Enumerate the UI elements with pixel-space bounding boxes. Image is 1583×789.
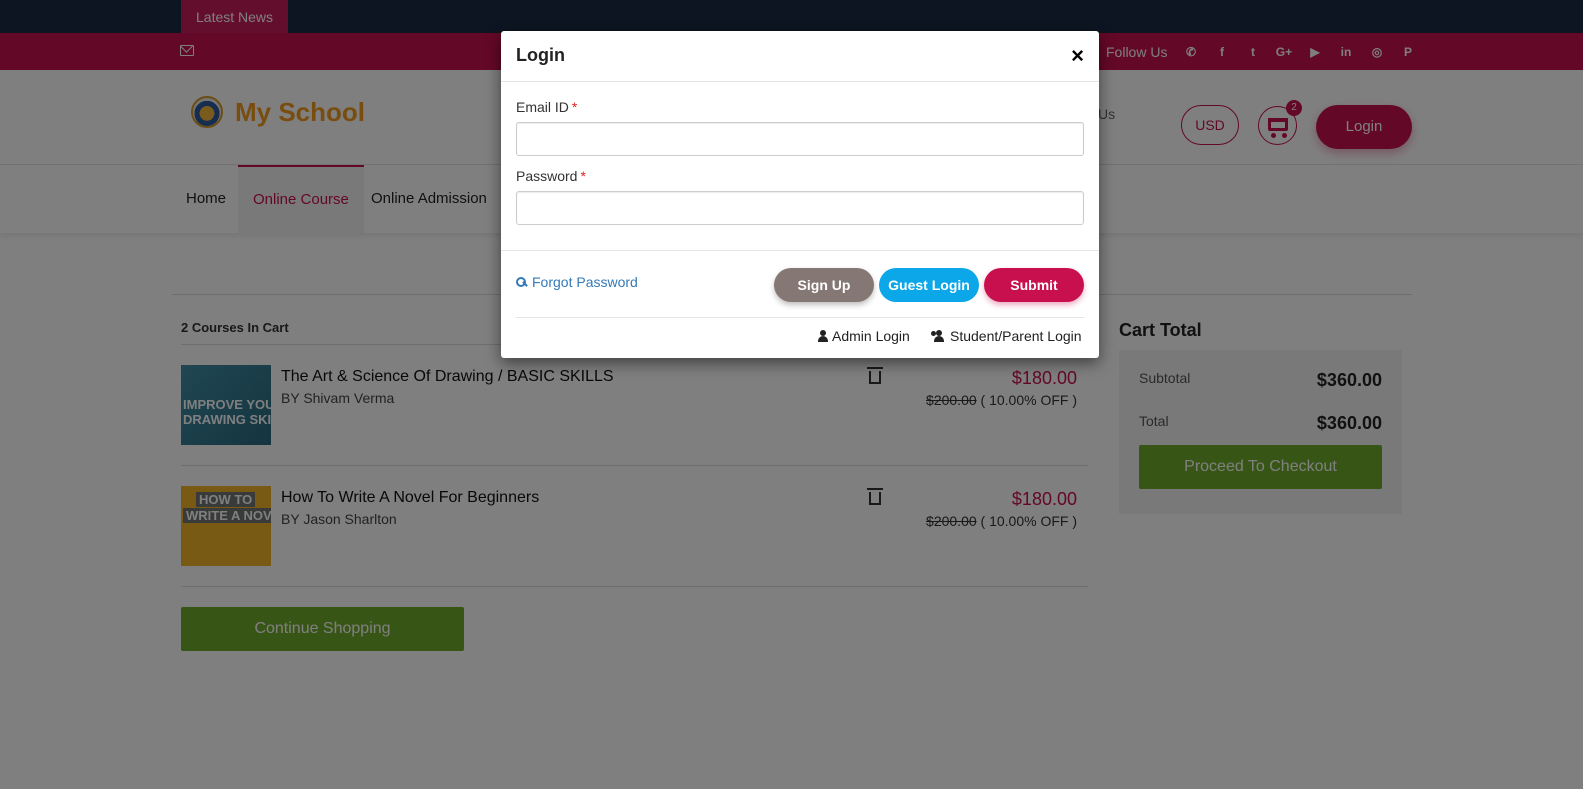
- forgot-password-link[interactable]: Forgot Password: [516, 274, 638, 290]
- sign-up-button[interactable]: Sign Up: [774, 268, 874, 302]
- student-parent-login-link[interactable]: Student/Parent Login: [931, 328, 1082, 344]
- divider: [501, 250, 1099, 251]
- guest-login-button[interactable]: Guest Login: [879, 268, 979, 302]
- user-icon: [818, 330, 828, 342]
- email-field[interactable]: [516, 122, 1084, 156]
- users-icon: [931, 330, 946, 342]
- password-field[interactable]: [516, 191, 1084, 225]
- modal-title: Login: [516, 45, 565, 65]
- close-icon[interactable]: ×: [1071, 43, 1084, 69]
- login-modal: Login × Email ID * Password * Forgot Passw…: [501, 31, 1099, 358]
- email-label: Email ID *: [516, 99, 578, 115]
- admin-login-link[interactable]: Admin Login: [818, 328, 910, 344]
- divider: [501, 81, 1099, 82]
- password-label: Password *: [516, 168, 586, 184]
- submit-button[interactable]: Submit: [984, 268, 1084, 302]
- key-icon: [516, 276, 528, 288]
- divider: [516, 317, 1084, 318]
